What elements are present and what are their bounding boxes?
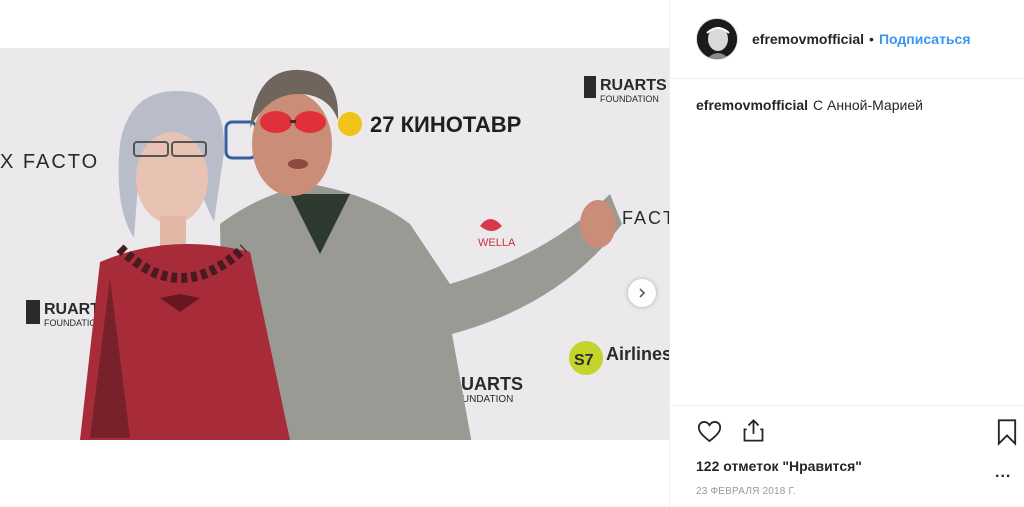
backdrop-s7: S7 bbox=[574, 352, 594, 369]
caption-username[interactable]: efremovmofficial bbox=[696, 97, 808, 113]
backdrop-kinotavr: 27 КИНОТАВР bbox=[370, 112, 521, 137]
more-options-button[interactable]: ... bbox=[995, 464, 1011, 482]
header-username[interactable]: efremovmofficial bbox=[752, 31, 864, 47]
media-pane: 27 КИНОТАВР RUARTS FOUNDATION X FACTO FA… bbox=[0, 0, 669, 507]
backdrop-xfactor-left: X FACTO bbox=[0, 151, 99, 173]
bookmark-button[interactable] bbox=[996, 418, 1018, 451]
backdrop-ruarts-top: RUARTS bbox=[600, 77, 667, 94]
post-actions-area: 122 отметок "Нравится" ... 23 февраля 20… bbox=[670, 405, 1024, 507]
follow-button[interactable]: Подписаться bbox=[879, 31, 971, 47]
backdrop-xfactor-right: FACTO bbox=[622, 208, 669, 228]
backdrop-wella: WELLA bbox=[478, 237, 516, 249]
share-button[interactable] bbox=[740, 417, 767, 449]
like-button[interactable] bbox=[696, 418, 723, 450]
photo-illustration: 27 КИНОТАВР RUARTS FOUNDATION X FACTO FA… bbox=[0, 48, 669, 440]
chevron-right-icon bbox=[639, 288, 646, 298]
post-date[interactable]: 23 февраля 2018 г. bbox=[696, 486, 796, 497]
heart-icon bbox=[697, 421, 722, 443]
backdrop-foundation-top: FOUNDATION bbox=[600, 94, 659, 104]
avatar-image bbox=[697, 19, 737, 59]
carousel-next-button[interactable] bbox=[627, 278, 657, 308]
share-icon bbox=[743, 419, 764, 442]
caption-text: С Анной-Марией bbox=[813, 97, 923, 113]
post-caption: efremovmofficial С Анной-Марией bbox=[696, 96, 923, 114]
post-header: efremovmofficial • Подписаться bbox=[670, 0, 1024, 79]
likes-count[interactable]: 122 отметок "Нравится" bbox=[696, 458, 862, 474]
post-side-panel: efremovmofficial • Подписаться efremovmo… bbox=[669, 0, 1024, 507]
post-photo[interactable]: 27 КИНОТАВР RUARTS FOUNDATION X FACTO FA… bbox=[0, 48, 669, 440]
bookmark-icon bbox=[997, 419, 1017, 446]
backdrop-airlines: Airlines bbox=[606, 344, 669, 364]
avatar[interactable] bbox=[696, 18, 738, 60]
header-separator: • bbox=[869, 31, 874, 47]
